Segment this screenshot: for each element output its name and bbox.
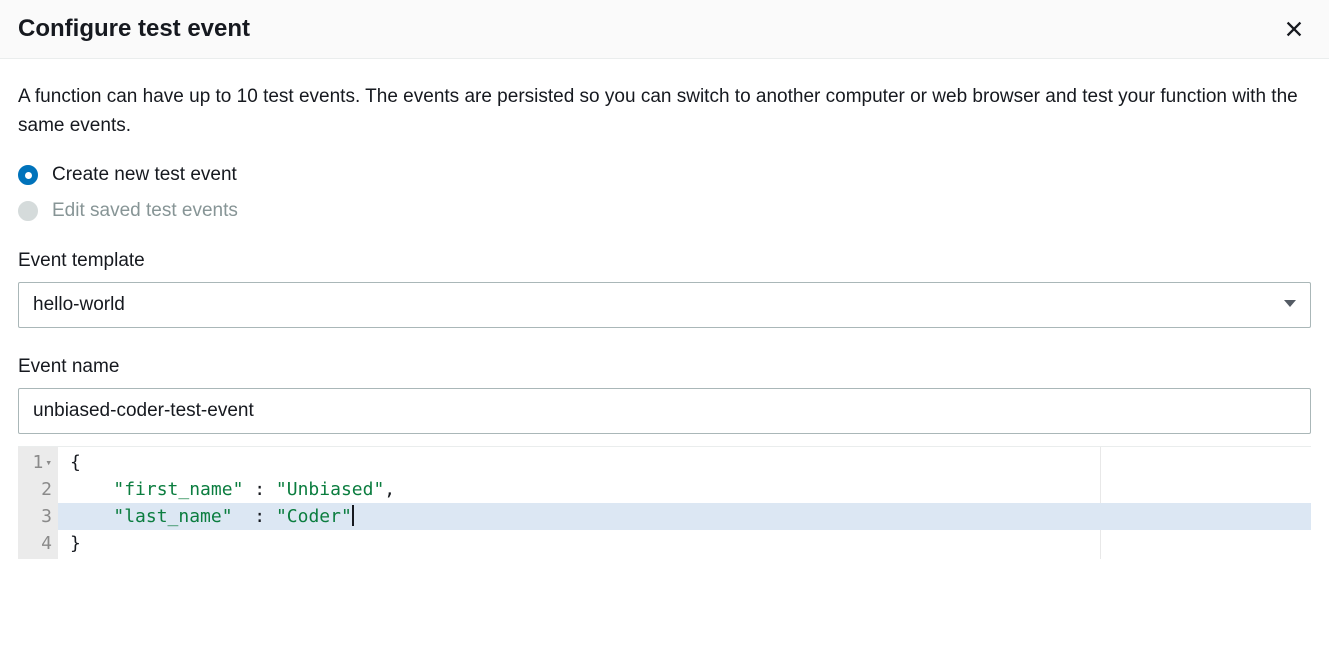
dialog-body: A function can have up to 10 test events…: [0, 59, 1329, 559]
code-line: "first_name" : "Unbiased",: [58, 476, 1311, 503]
edit-saved-events-radio: Edit saved test events: [18, 200, 1311, 222]
event-template-field: Event template hello-world: [18, 250, 1311, 328]
dialog-header: Configure test event: [0, 0, 1329, 59]
event-template-select[interactable]: hello-world: [18, 282, 1311, 328]
radio-icon: [18, 201, 38, 221]
text-cursor: [352, 505, 354, 526]
code-string: "Unbiased": [276, 479, 384, 500]
event-name-input[interactable]: [18, 388, 1311, 434]
create-new-event-label: Create new test event: [52, 164, 237, 186]
close-button[interactable]: [1279, 14, 1309, 44]
code-line: "last_name" : "Coder": [58, 503, 1311, 530]
code-gutter: 1▾ 2 3 4: [18, 447, 58, 559]
dialog-title: Configure test event: [18, 15, 250, 43]
fold-caret-icon[interactable]: ▾: [45, 449, 52, 476]
code-punct: ,: [384, 479, 395, 500]
code-line: {: [58, 449, 1311, 476]
dialog-description: A function can have up to 10 test events…: [18, 83, 1311, 140]
event-template-label: Event template: [18, 250, 1311, 272]
event-template-value: hello-world: [18, 282, 1311, 328]
edit-saved-events-label: Edit saved test events: [52, 200, 238, 222]
event-mode-radio-group: Create new test event Edit saved test ev…: [18, 164, 1311, 222]
line-number: 1: [33, 449, 44, 476]
create-new-event-radio[interactable]: Create new test event: [18, 164, 1311, 186]
code-string: "Coder": [276, 506, 352, 527]
radio-icon: [18, 165, 38, 185]
line-number: 3: [41, 503, 52, 530]
code-key: "first_name": [113, 479, 243, 500]
event-name-label: Event name: [18, 356, 1311, 378]
code-bracket: {: [70, 452, 81, 473]
code-punct: :: [233, 506, 276, 527]
line-number: 4: [41, 530, 52, 557]
code-punct: :: [243, 479, 276, 500]
code-bracket: }: [70, 533, 81, 554]
code-line: }: [58, 530, 1311, 557]
caret-down-icon: [1283, 296, 1297, 314]
code-key: "last_name": [113, 506, 232, 527]
code-content[interactable]: { "first_name" : "Unbiased", "last_name"…: [58, 447, 1311, 559]
line-number: 2: [41, 476, 52, 503]
event-name-field: Event name: [18, 356, 1311, 434]
json-code-editor[interactable]: 1▾ 2 3 4 { "first_name" : "Unbiased", "l…: [18, 446, 1311, 559]
close-icon: [1283, 18, 1305, 40]
